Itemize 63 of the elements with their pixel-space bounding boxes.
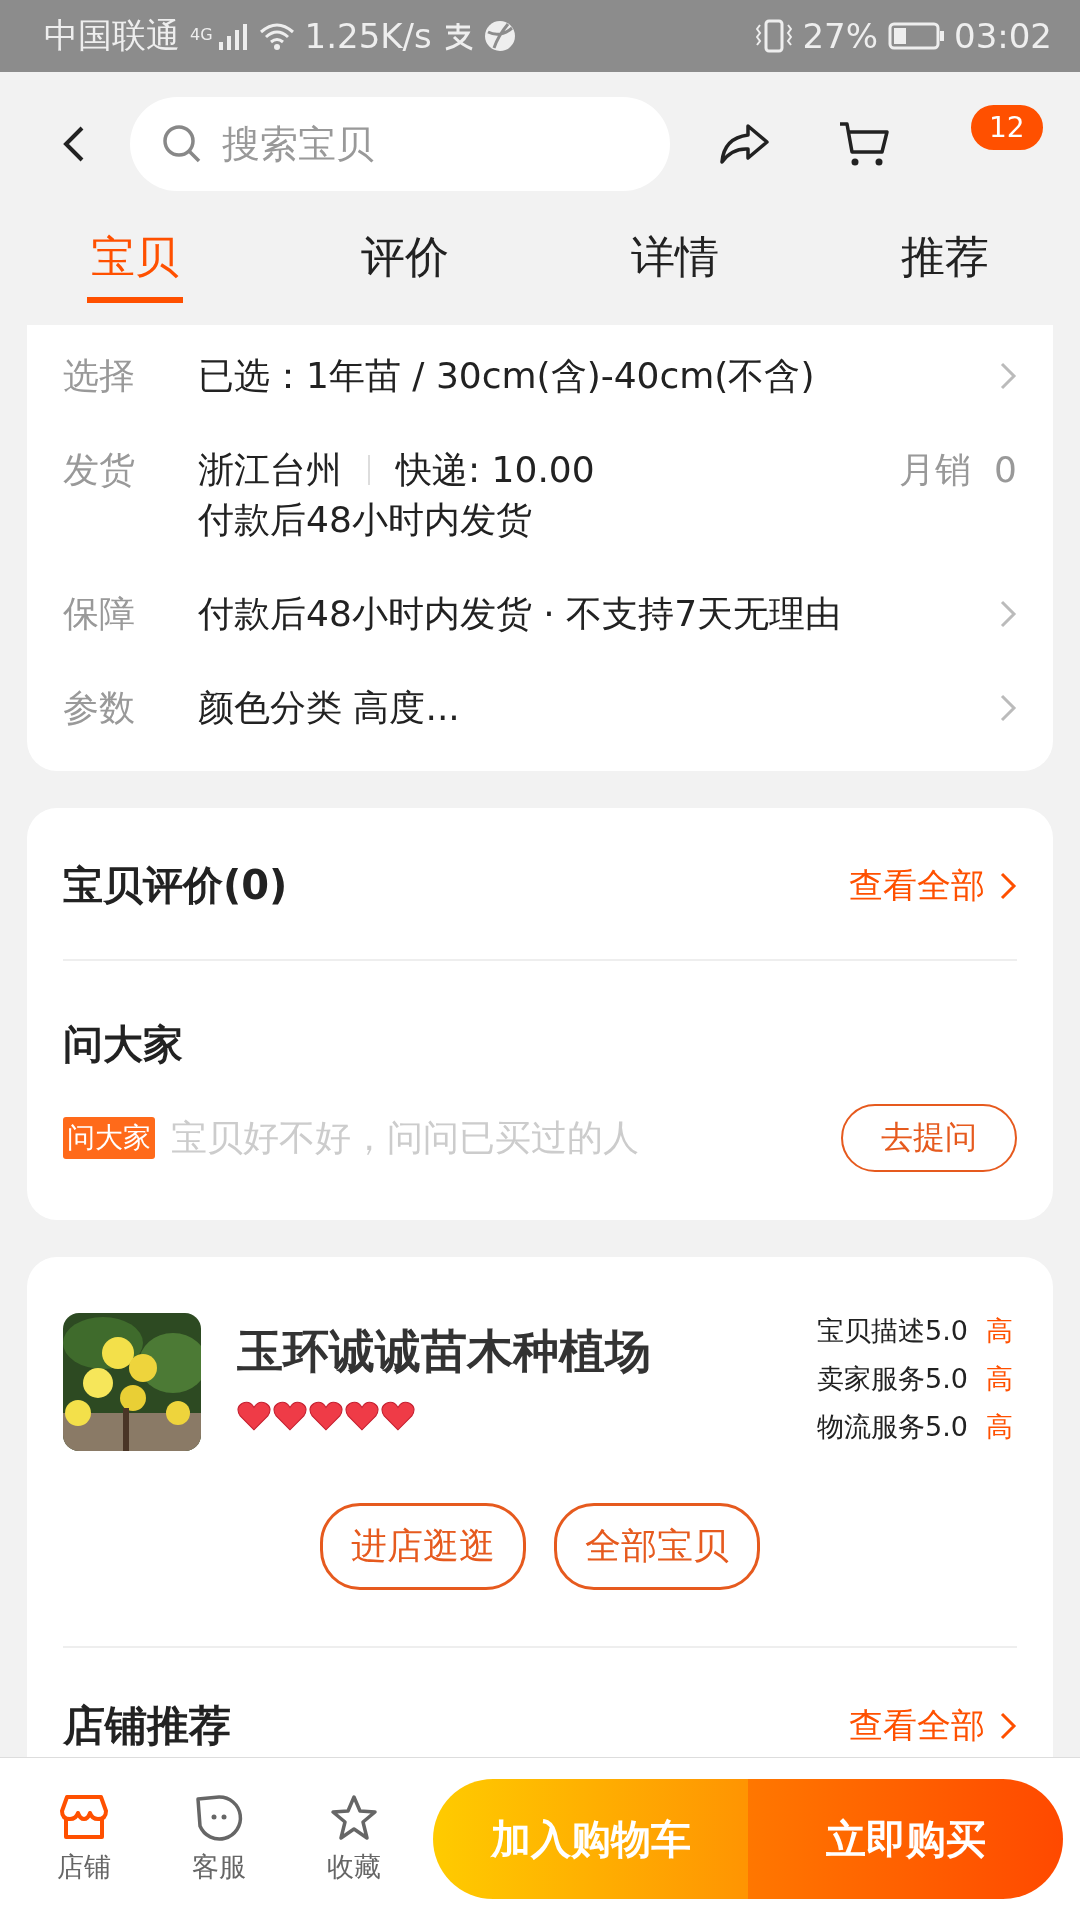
spec-label: 选择 xyxy=(63,354,136,398)
battery-percent: 27% xyxy=(802,16,878,56)
chevron-right-icon xyxy=(999,599,1017,629)
heart-icon xyxy=(381,1401,415,1431)
heart-icon xyxy=(273,1401,307,1431)
spec-value: 已选：1年苗 / 30cm(含)-40cm(不含) xyxy=(198,354,816,398)
network-type: 4G xyxy=(190,25,213,44)
view-all-link[interactable]: 查看全部 xyxy=(849,862,1017,909)
spec-value: 颜色分类 高度... xyxy=(198,686,461,730)
shop-button[interactable]: 全部宝贝 xyxy=(554,1503,760,1590)
monthly-sales: 月销 0 xyxy=(899,448,1017,492)
carrier-name: 中国联通 xyxy=(44,14,180,57)
spec-label: 发货 xyxy=(63,448,136,492)
score-grade: 高 xyxy=(986,1362,1013,1396)
ship-origin: 浙江台州 xyxy=(198,448,342,492)
section-tab[interactable]: 推荐 xyxy=(810,216,1080,325)
bottom-nav-item[interactable]: 店铺 xyxy=(16,1793,151,1885)
heart-icon xyxy=(345,1401,379,1431)
battery-icon xyxy=(888,22,944,50)
score-label: 宝贝描述5.0 xyxy=(817,1314,968,1348)
notification-badge: 12 xyxy=(968,102,1046,153)
section-title: 店铺推荐 xyxy=(63,1700,231,1752)
spec-label: 保障 xyxy=(63,592,136,636)
score-grade: 高 xyxy=(986,1410,1013,1444)
globe-icon xyxy=(483,20,516,52)
score-grade: 高 xyxy=(986,1314,1013,1348)
star-icon xyxy=(328,1793,379,1843)
chevron-right-icon xyxy=(999,1711,1017,1741)
network-speed: 1.25K/s xyxy=(304,16,432,56)
ask-tag: 问大家 xyxy=(63,1117,155,1159)
heart-icon xyxy=(309,1401,343,1431)
score-label: 卖家服务5.0 xyxy=(817,1362,968,1396)
share-button[interactable] xyxy=(718,122,770,166)
bottom-nav-item[interactable]: 客服 xyxy=(151,1793,286,1885)
signal-icon xyxy=(218,22,249,50)
cart-button[interactable] xyxy=(838,120,890,168)
section-tab[interactable]: 宝贝 xyxy=(0,216,270,325)
add-to-cart-button[interactable]: 加入购物车 xyxy=(433,1779,748,1899)
spec-label: 参数 xyxy=(63,686,136,730)
bottom-nav-item[interactable]: 收藏 xyxy=(286,1793,421,1885)
shipping-fee: 快递: 10.00 xyxy=(396,448,595,492)
score-label: 物流服务5.0 xyxy=(817,1410,968,1444)
section-title: 宝贝评价(0) xyxy=(63,861,288,910)
search-field[interactable]: 搜索宝贝 xyxy=(130,97,670,191)
clock-time: 03:02 xyxy=(954,16,1052,56)
ship-note: 付款后48小时内发货 xyxy=(198,498,533,542)
shop-button[interactable]: 进店逛逛 xyxy=(320,1503,526,1590)
section-tab[interactable]: 详情 xyxy=(540,216,810,325)
section-tab[interactable]: 评价 xyxy=(270,216,540,325)
chevron-right-icon xyxy=(999,870,1017,901)
vibrate-icon xyxy=(756,19,793,53)
heart-icon xyxy=(237,1401,271,1431)
wifi-icon xyxy=(258,22,295,50)
spec-value: 付款后48小时内发货 · 不支持7天无理由 xyxy=(198,592,843,636)
search-icon xyxy=(162,124,202,164)
shop-name: 玉环诚诚苗木种植场 xyxy=(237,1323,652,1380)
section-title: 问大家 xyxy=(63,1020,184,1069)
chat-face-icon xyxy=(193,1793,244,1843)
ask-button[interactable]: 去提问 xyxy=(841,1104,1017,1172)
chevron-right-icon xyxy=(999,361,1017,391)
buy-now-button[interactable]: 立即购买 xyxy=(748,1779,1063,1899)
view-all-link[interactable]: 查看全部 xyxy=(849,1703,1017,1749)
chevron-right-icon xyxy=(999,693,1017,723)
